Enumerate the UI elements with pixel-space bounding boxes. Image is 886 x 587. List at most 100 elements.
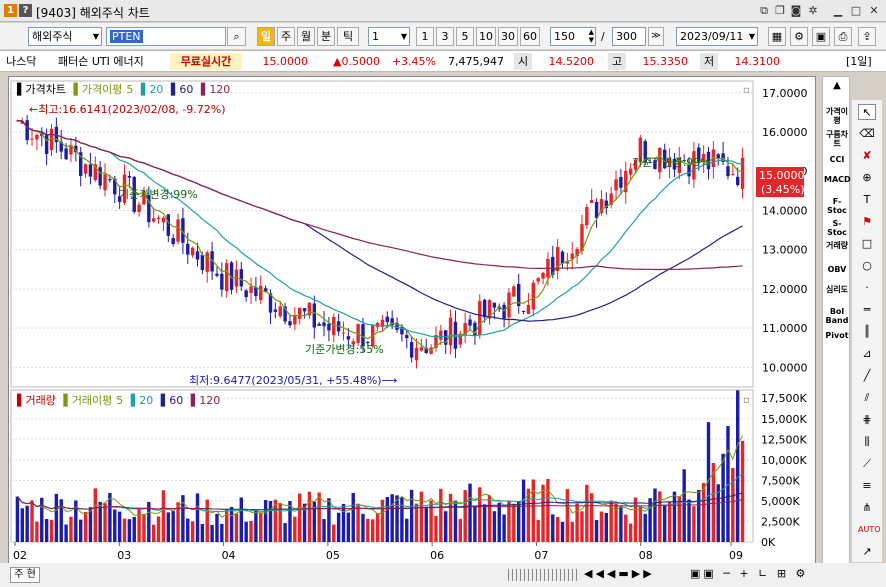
candle-body [482,299,487,318]
cursor-icon[interactable]: ↖ [858,104,876,120]
quick-5-button[interactable]: 5 [456,27,474,46]
crosshair-icon[interactable]: ⊕ [858,170,876,186]
quick-60-button[interactable]: 60 [520,27,540,46]
indicator-pivot[interactable]: Pivot [824,331,850,340]
print-icon[interactable]: ⎙ [834,27,852,46]
text-icon[interactable]: T [858,192,876,208]
realtime-badge[interactable]: 무료실시간 [170,53,242,70]
volume-bar [171,510,175,542]
chart-area[interactable]: 17.0000 16.0000 15.0000 14.0000 13.0000 12.00… [8,76,816,564]
quick-3-button[interactable]: 3 [436,27,454,46]
camera-icon[interactable]: ◙ [788,3,804,19]
double-chevron-icon[interactable]: ≫ [648,27,664,46]
candle-body [414,347,419,361]
legend-bullet: ▌ [170,82,179,96]
volume-bar [473,505,477,542]
all-delete-icon[interactable]: ✘ [858,148,876,164]
indicator-sstoc[interactable]: S-Stoc [824,219,850,237]
volume-bar [263,500,268,542]
date-tick-label: 02 [13,549,27,562]
copy-icon[interactable]: ❐ [772,3,788,19]
symbol-input[interactable]: PTEN [106,27,226,46]
total-input[interactable]: 300 [612,27,646,46]
price-panel-close-icon[interactable]: ▫ [743,85,750,96]
view-controls[interactable]: ▣▣ ─ + ∟ ⊞ ⚙ [690,567,808,580]
date-picker[interactable]: 2023/09/11 ▼ [676,27,758,46]
period-week-button[interactable]: 주 [277,27,295,46]
dot-icon[interactable]: · [858,280,876,296]
ma5-legend: 5 [126,83,133,96]
chart-svg[interactable]: 17.0000 16.0000 15.0000 14.0000 13.0000 12.00… [9,77,817,565]
date-tick-label: 04 [222,549,236,562]
indicator-obv[interactable]: OBV [824,265,850,274]
cycle-icon[interactable]: ≡ [858,478,876,494]
volume-bar [662,504,667,542]
count-value: 150 [554,30,575,43]
candle-body [273,309,278,312]
period-day-button[interactable]: 일 [257,27,275,46]
count-input[interactable]: 150 ▲ ▼ [550,27,596,46]
period-tick-button[interactable]: 틱 [337,27,359,46]
candle-body [288,321,292,326]
candle-body [385,316,390,323]
export-icon[interactable]: ⇪ [858,27,876,46]
playback-controls[interactable]: ◀◀◀▬▶▶ [584,567,655,580]
indicator-bollinger[interactable]: Bol Band [824,307,850,325]
volume-bar [419,491,424,542]
help-icon[interactable]: ? [19,4,32,17]
period-month-button[interactable]: 월 [297,27,315,46]
price-mode-toggle[interactable]: 주 현 [10,567,40,583]
auto-icon[interactable]: AUTO [858,522,881,538]
candle-body [151,218,156,222]
gann-icon[interactable]: ⊿ [858,346,876,362]
link-icon[interactable]: ⧉ [756,3,772,19]
zoom-slider[interactable] [508,569,580,581]
indicator-cci[interactable]: CCI [824,155,850,164]
gear-icon[interactable]: ⚙ [790,27,808,46]
channel-icon[interactable]: ⫼ [858,434,876,450]
parallel-line-icon[interactable]: ⫽ [858,390,876,406]
interval-select[interactable]: 1 ▼ [368,27,410,46]
maximize-icon[interactable]: □ [848,3,864,19]
arrow-icon[interactable]: ↗ [858,544,876,560]
period-minute-button[interactable]: 분 [317,27,335,46]
quick-10-button[interactable]: 10 [476,27,496,46]
indicator-ma[interactable]: 가격이평 [824,107,850,125]
minimize-icon[interactable]: ▁ [830,3,846,19]
current-price: 15.0000 [262,55,309,68]
trend-line-icon[interactable]: ╱ [858,368,876,384]
stock-name: 패터슨 UTI 에너지 [58,55,144,68]
quick-30-button[interactable]: 30 [498,27,518,46]
vma60-legend: 60 [169,394,183,407]
circle-icon[interactable]: ○ [858,258,876,274]
volume-bar [54,493,59,542]
market-select[interactable]: 해외주식 ▼ [28,27,102,46]
volume-bar [210,524,214,542]
spinner-icon[interactable]: ▲ ▼ [589,28,594,44]
indicator-macd[interactable]: MACD [824,175,851,184]
indicator-cloud[interactable]: 구름차트 [824,130,850,148]
vline-icon[interactable]: ║ [858,324,876,340]
volume-bar [229,506,234,542]
scroll-up-icon[interactable]: ▲ [824,81,850,91]
hline-icon[interactable]: ═ [858,302,876,318]
indicator-psychology[interactable]: 심리도 [824,285,850,294]
screen-number-badge[interactable]: 1 [4,4,17,17]
eraser-icon[interactable]: ⌫ [858,126,876,142]
save-icon[interactable]: ▣ [812,27,830,46]
volume-bar [619,506,623,542]
volume-panel-close-icon[interactable]: ▫ [743,395,750,406]
andrews-icon[interactable]: ⋔ [858,500,876,516]
rectangle-icon[interactable]: □ [858,236,876,252]
indicator-volume[interactable]: 거래량 [824,241,850,250]
grid-icon[interactable]: ▦ [768,27,786,46]
quick-1-button[interactable]: 1 [416,27,434,46]
fibonacci-icon[interactable]: ⋕ [858,412,876,428]
price-tick-label: 12.0000 [762,283,808,296]
fan-icon[interactable]: ⟋ [858,456,876,472]
indicator-fstoc[interactable]: F-Stoc [824,197,850,215]
close-icon[interactable]: ✕ [866,3,882,19]
marker-icon[interactable]: ⚑ [858,214,876,230]
search-icon[interactable]: ⌕ [227,27,246,46]
settings-icon[interactable]: ✲ [805,3,821,19]
